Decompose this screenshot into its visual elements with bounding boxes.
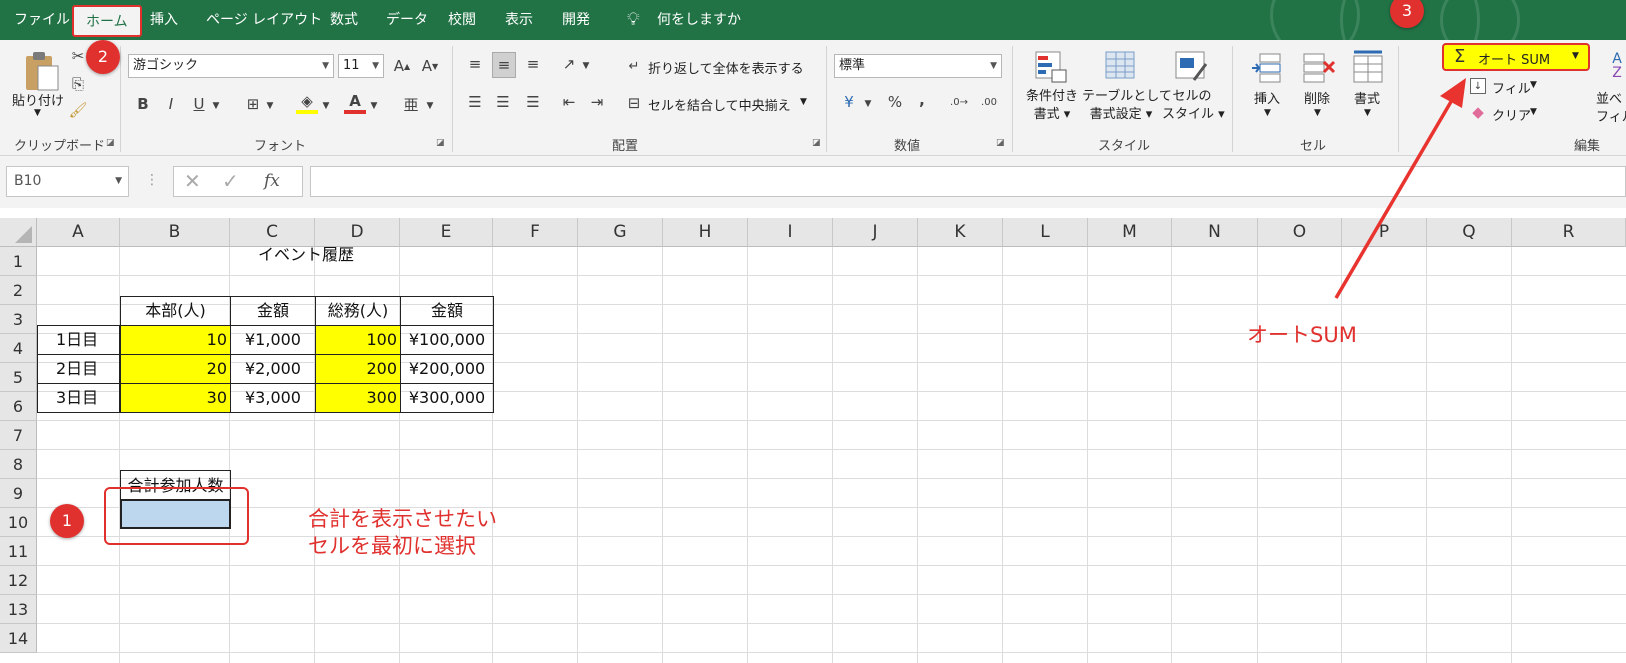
annotation-arrow	[1334, 78, 1466, 299]
